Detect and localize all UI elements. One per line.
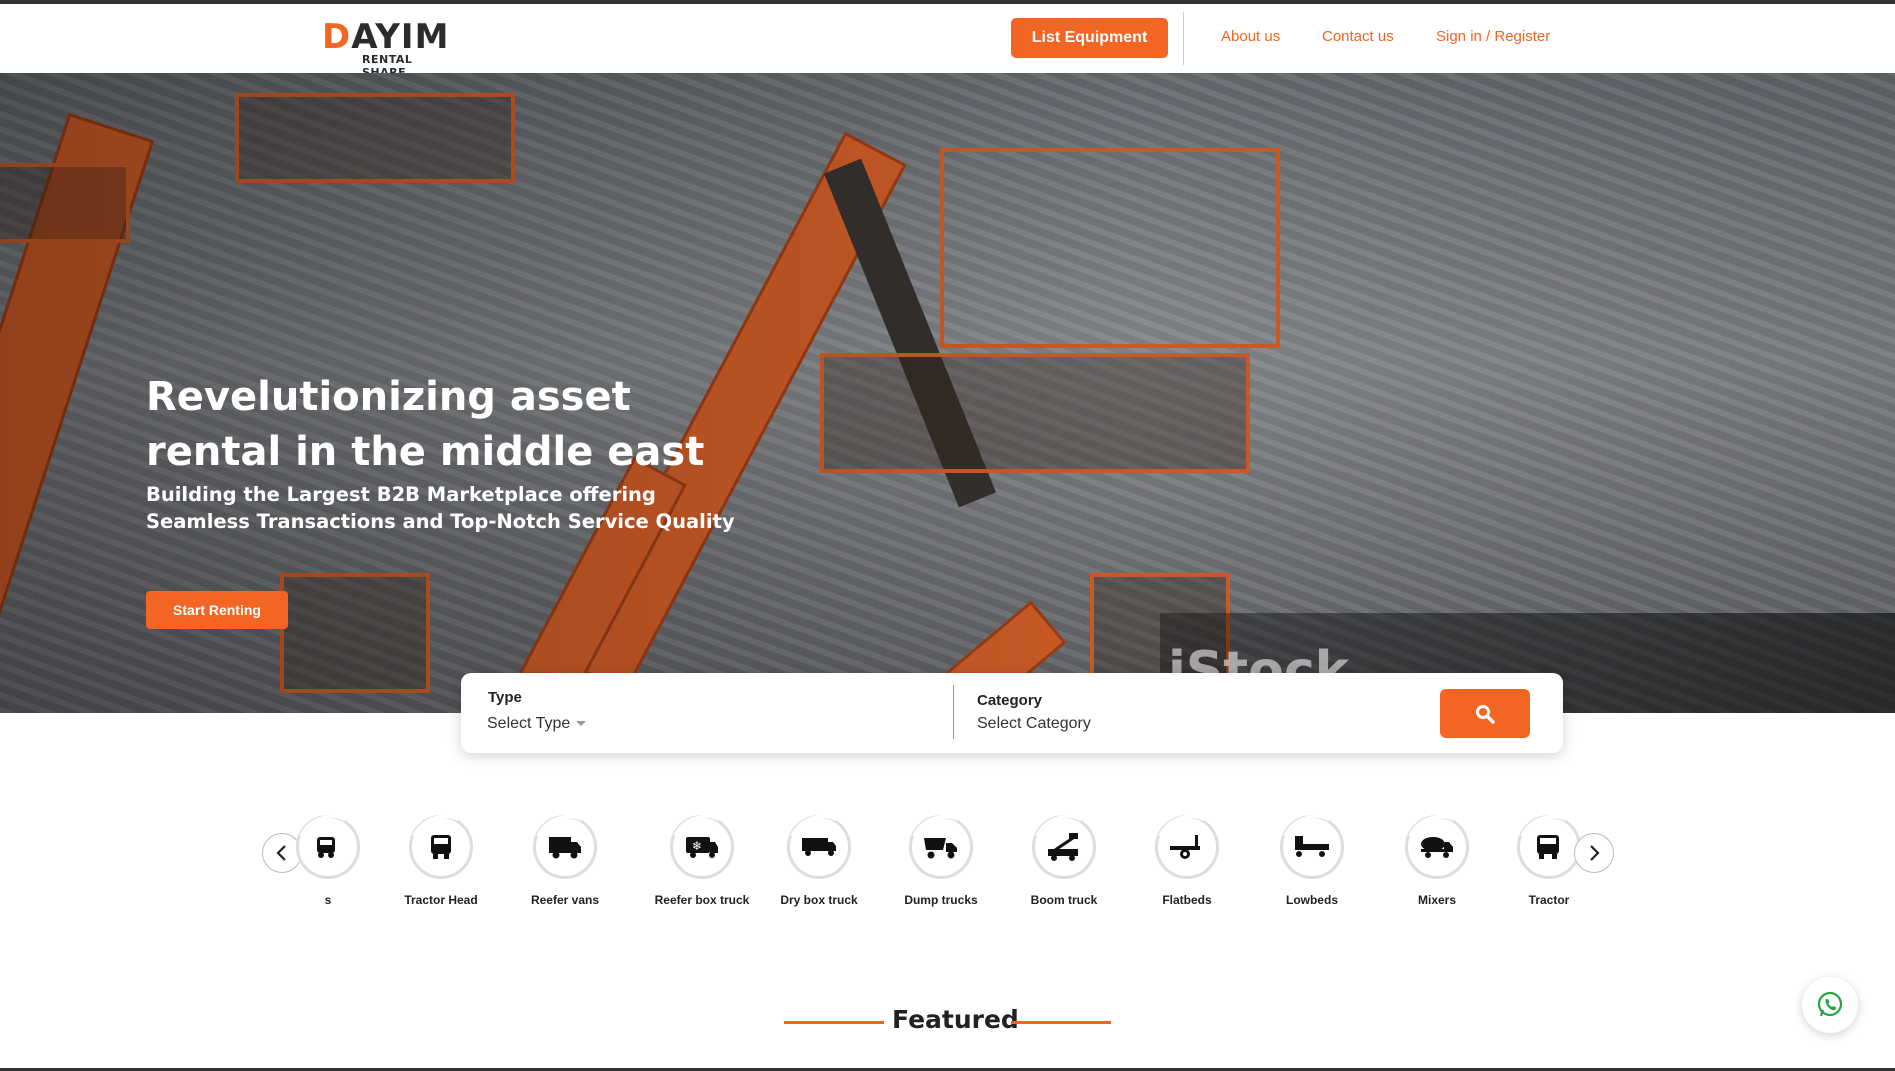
type-label: Type (488, 689, 522, 706)
lowbed-icon (1280, 815, 1344, 879)
mixer-icon (1405, 815, 1469, 879)
reefer-van-icon (533, 815, 597, 879)
category-item[interactable]: Lowbeds (1251, 815, 1371, 915)
search-icon (1476, 704, 1495, 724)
dump-truck-icon (909, 815, 973, 879)
type-select[interactable]: Select Type (487, 715, 587, 733)
category-item[interactable]: Dry box truck (758, 815, 878, 915)
brand-logo[interactable]: DAYIM RENTAL SHARE (322, 17, 450, 79)
nav-about-link[interactable]: About us (1221, 28, 1280, 45)
reefer-box-truck-icon: ❄ (670, 815, 734, 879)
boom-truck-icon (1032, 815, 1096, 879)
whatsapp-button[interactable] (1802, 977, 1858, 1033)
hero-subtitle: Building the Largest B2B Marketplace off… (146, 483, 735, 533)
truck-icon (296, 815, 360, 879)
start-renting-button[interactable]: Start Renting (146, 591, 288, 629)
category-select[interactable]: Select Category (977, 715, 1091, 733)
search-bar: Type Select Type Category Select Categor… (461, 673, 1563, 753)
nav-contact-link[interactable]: Contact us (1322, 28, 1394, 45)
svg-text:❄: ❄ (692, 839, 702, 853)
category-item[interactable]: s (267, 815, 387, 915)
dry-box-truck-icon (787, 815, 851, 879)
chevron-right-icon (1590, 845, 1600, 861)
category-item[interactable]: Dump trucks (880, 815, 1000, 915)
tractor-icon (1517, 815, 1581, 879)
heading-rule-left (784, 1021, 884, 1024)
category-item[interactable]: Tractor Head (380, 815, 500, 915)
featured-heading: Featured (784, 1003, 1111, 1039)
category-item[interactable]: Mixers (1376, 815, 1496, 915)
header-divider (1183, 12, 1184, 65)
list-equipment-button[interactable]: List Equipment (1011, 18, 1168, 58)
category-item[interactable]: Reefer vans (504, 815, 624, 915)
category-item[interactable]: ❄ Reefer box truck (641, 815, 761, 915)
search-button[interactable] (1440, 689, 1530, 738)
search-divider (953, 685, 954, 739)
nav-signin-link[interactable]: Sign in / Register (1436, 28, 1550, 45)
chevron-down-icon (576, 721, 587, 727)
category-item[interactable]: Boom truck (1003, 815, 1123, 915)
heading-rule-right (1011, 1021, 1111, 1024)
tractor-head-icon (409, 815, 473, 879)
whatsapp-icon (1817, 991, 1843, 1017)
carousel-next-button[interactable] (1574, 833, 1614, 873)
hero-title: Revelutionizing asset rental in the middl… (146, 374, 705, 475)
site-header: DAYIM RENTAL SHARE List Equipment About … (0, 4, 1895, 79)
category-label: Category (977, 692, 1043, 709)
logo-wordmark: DAYIM (322, 17, 450, 57)
flatbed-icon (1155, 815, 1219, 879)
featured-title: Featured (892, 1005, 1019, 1034)
category-item[interactable]: Flatbeds (1126, 815, 1246, 915)
